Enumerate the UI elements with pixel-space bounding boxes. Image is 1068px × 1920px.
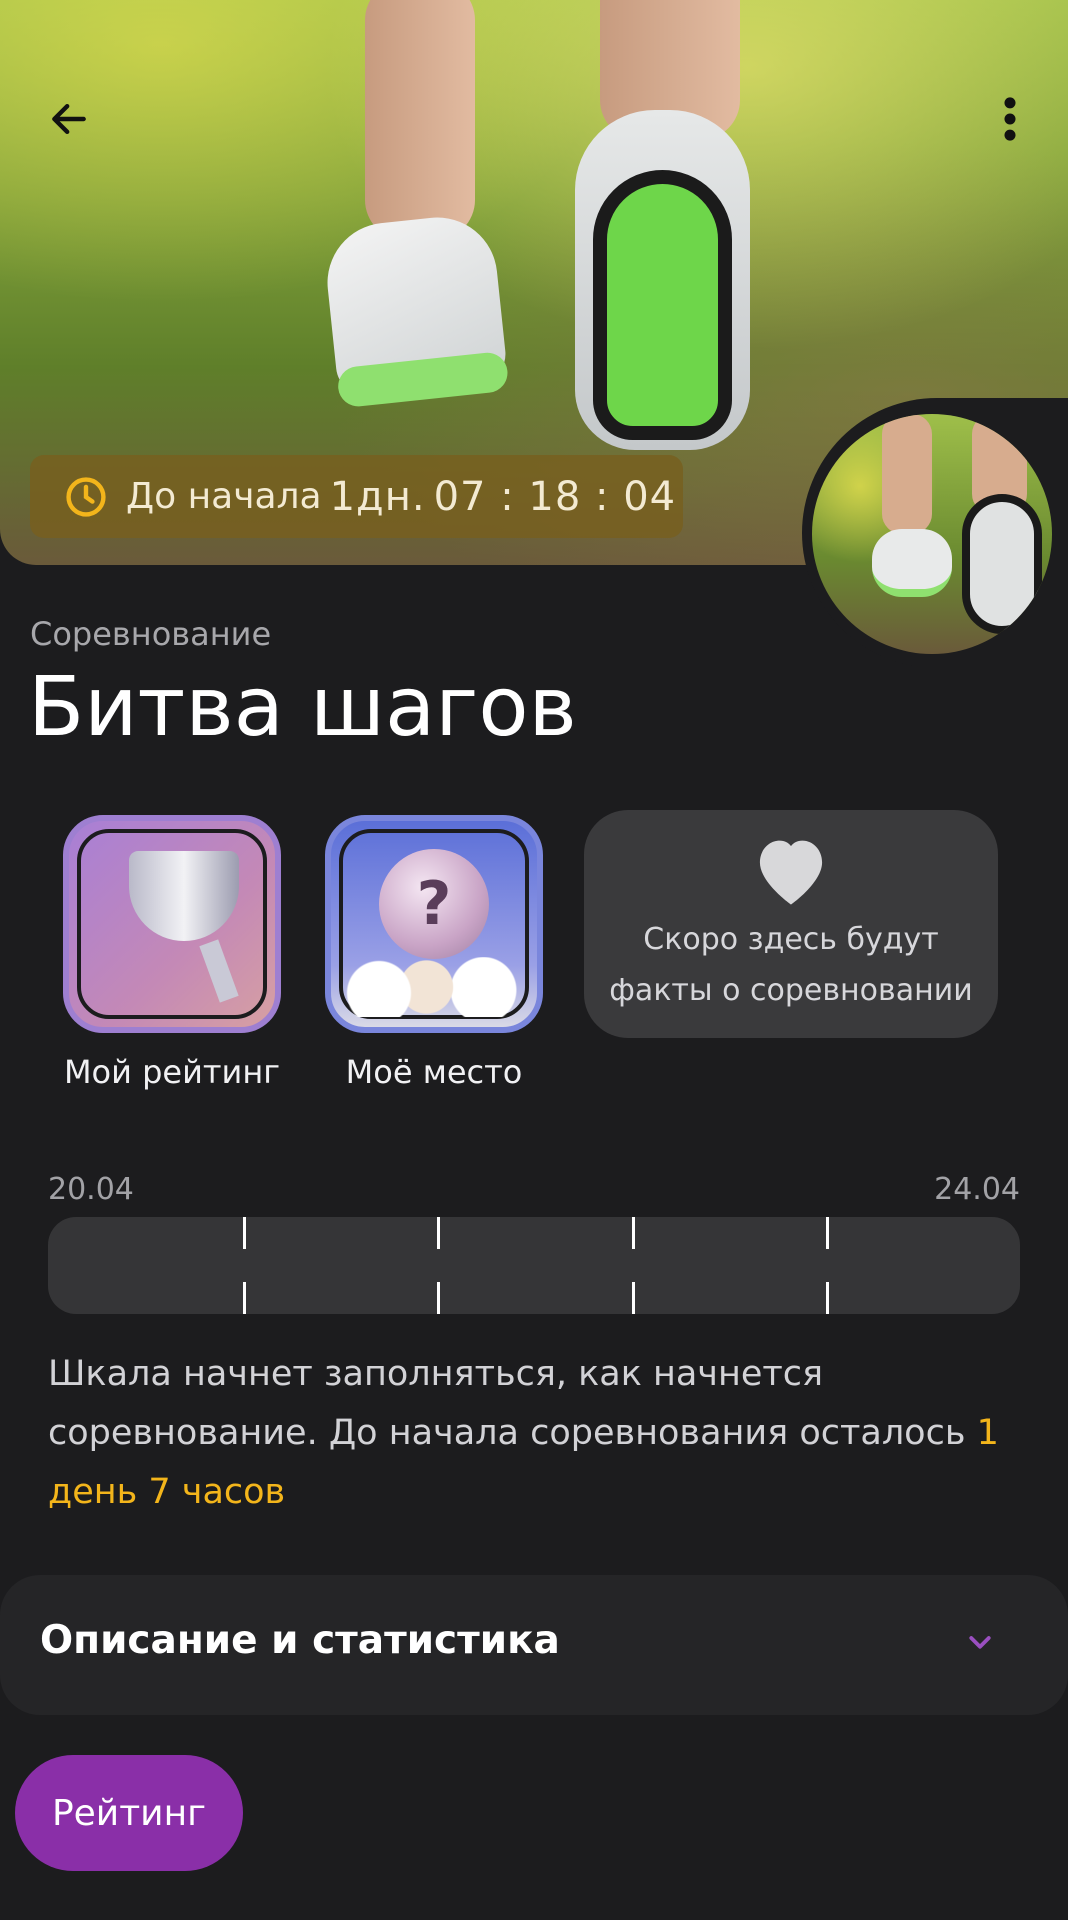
heart-icon — [759, 840, 823, 905]
back-button[interactable] — [40, 90, 98, 148]
countdown-timer: До начала 1дн. 07 : 18 : 04 — [30, 455, 683, 538]
scale-tick — [437, 1217, 440, 1249]
start-date: 20.04 — [48, 1172, 134, 1207]
facts-text-line2: факты о соревновании — [609, 973, 973, 1008]
end-date: 24.04 — [934, 1172, 1020, 1207]
progress-scale — [48, 1217, 1020, 1314]
progress-note-main: Шкала начнет заполняться, как начнется с… — [48, 1354, 977, 1453]
clock-icon — [66, 476, 106, 517]
progress-note: Шкала начнет заполняться, как начнется с… — [48, 1345, 1020, 1522]
competition-subtitle: Соревнование — [30, 615, 272, 653]
trophy-cup-icon — [129, 851, 239, 941]
scale-tick — [826, 1217, 829, 1249]
scale-tick — [437, 1282, 440, 1314]
chevron-down-icon[interactable] — [965, 1628, 995, 1658]
description-title[interactable]: Описание и статистика — [40, 1618, 560, 1663]
my-place-badge[interactable]: ? — [325, 815, 543, 1033]
timer-prefix: До начала — [126, 476, 322, 517]
rating-button[interactable]: Рейтинг — [15, 1755, 243, 1871]
clouds-decoration — [341, 957, 531, 1017]
trophy-stem — [199, 939, 239, 1003]
scale-tick — [632, 1217, 635, 1249]
mystery-medal-icon: ? — [379, 849, 489, 959]
hero-shoe-left — [321, 211, 509, 399]
more-options-button[interactable] — [990, 90, 1030, 148]
hero-shoe-right — [575, 110, 750, 450]
competition-avatar — [812, 414, 1052, 654]
my-place-label[interactable]: Моё место — [304, 1053, 564, 1091]
my-rating-badge[interactable] — [63, 815, 281, 1033]
arrow-left-icon — [52, 103, 86, 135]
my-rating-label[interactable]: Мой рейтинг — [42, 1053, 302, 1091]
timer-time: 07 : 18 : 04 — [433, 473, 677, 520]
scale-tick — [632, 1282, 635, 1314]
facts-card: Скоро здесь будут факты о соревновании — [584, 810, 998, 1038]
scale-tick — [826, 1282, 829, 1314]
facts-text-line1: Скоро здесь будут — [643, 922, 939, 957]
more-vertical-icon — [1004, 97, 1016, 141]
scale-tick — [243, 1217, 246, 1249]
timer-days: 1дн. — [329, 473, 426, 520]
hero-leg-left — [365, 0, 475, 240]
competition-title: Битва шагов — [28, 660, 577, 755]
scale-tick — [243, 1282, 246, 1314]
